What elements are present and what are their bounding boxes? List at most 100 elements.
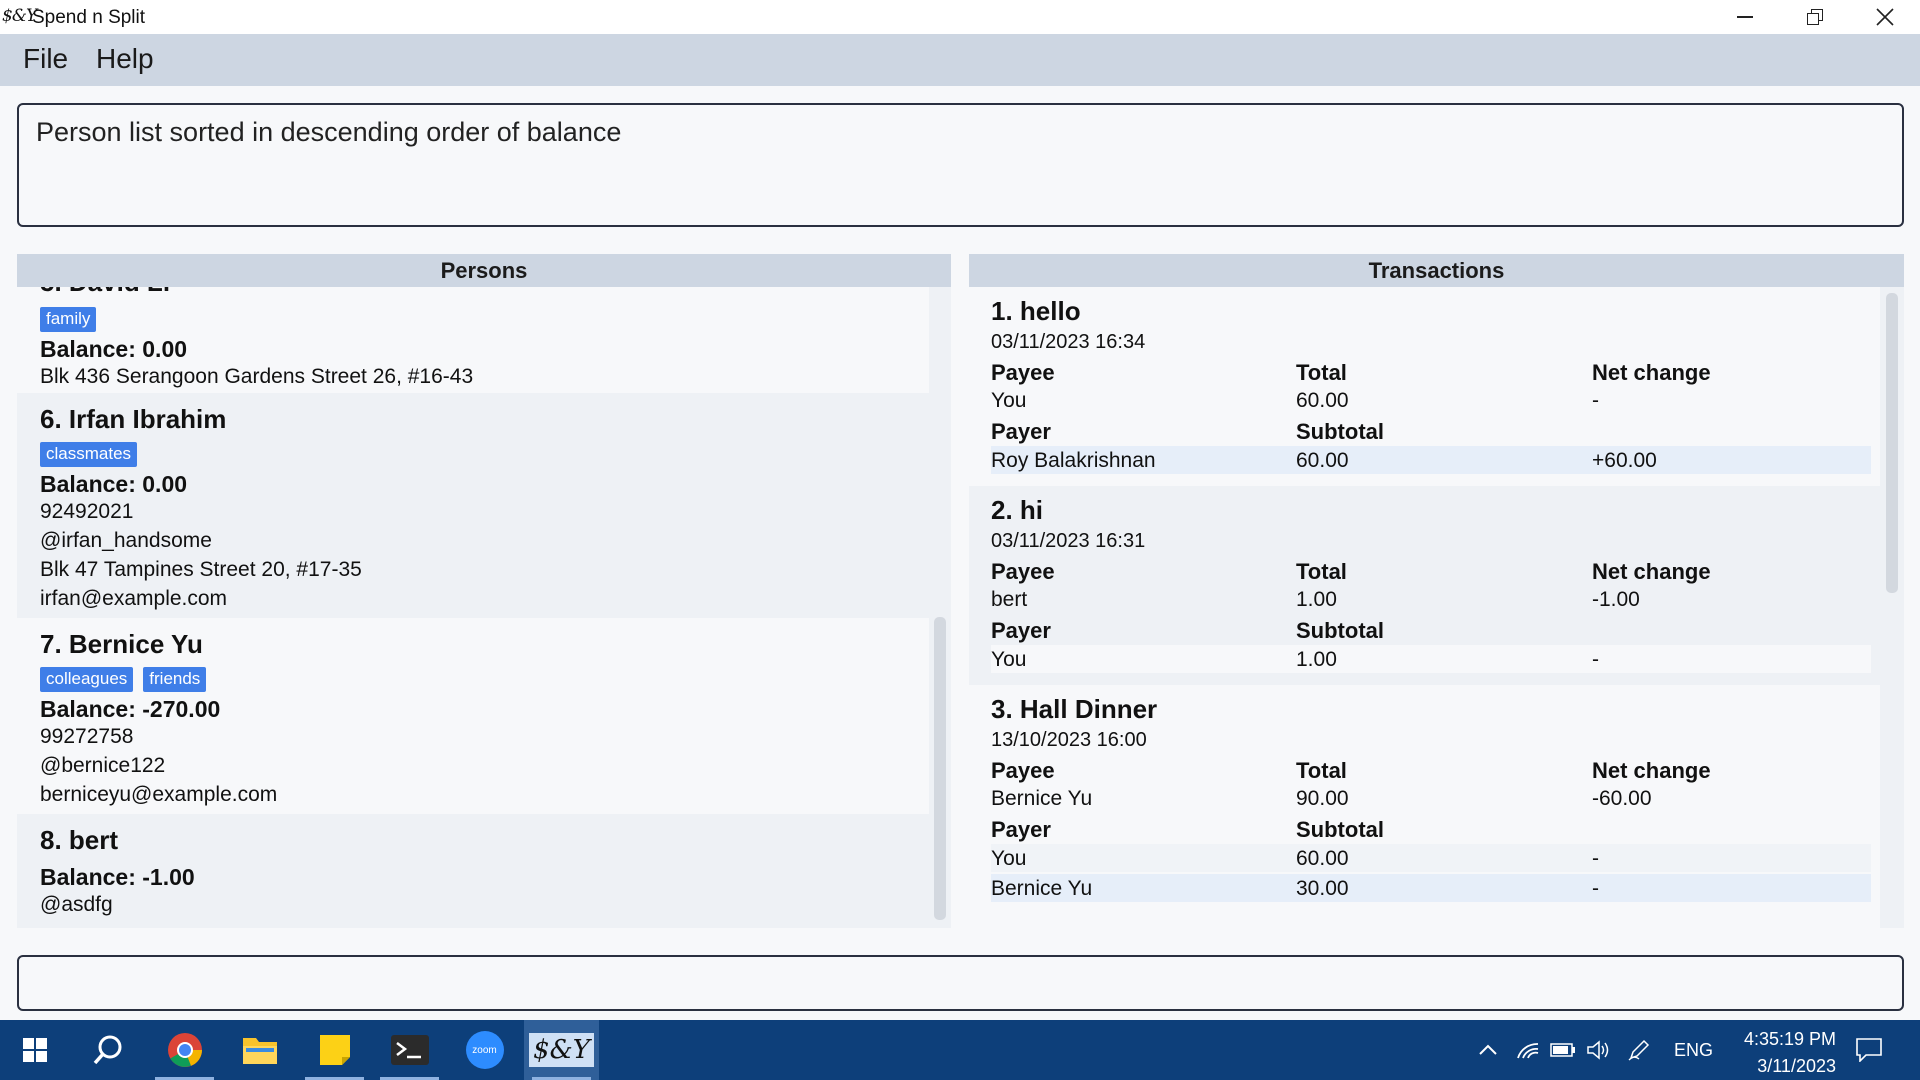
transaction-card[interactable]: 1. hello 03/11/2023 16:34 Payee Total Ne… [969, 287, 1880, 486]
terminal-button[interactable] [372, 1020, 447, 1080]
person-email: irfan@example.com [40, 587, 228, 610]
taskbar: zoom $&Y ENG 4:35:19 PM 3/11/2023 [0, 1020, 1920, 1080]
persons-scrollbar-thumb[interactable] [934, 617, 946, 920]
file-explorer-icon [242, 1038, 277, 1064]
tag-badge: colleagues [40, 667, 134, 692]
person-card[interactable]: 8. bert Balance: -1.00 @asdfg [17, 814, 929, 928]
person-tags: classmates [40, 442, 138, 467]
pen-workspace-button[interactable] [1628, 1020, 1650, 1080]
sticky-notes-icon [319, 1035, 350, 1065]
transactions-scrollbar-thumb[interactable] [1886, 293, 1898, 593]
person-balance: Balance: 0.00 [40, 336, 188, 362]
person-telegram: @irfan_handsome [40, 529, 212, 552]
chrome-icon [167, 1033, 202, 1067]
net-change-header: Net change [1592, 758, 1711, 783]
pen-icon [1628, 1039, 1650, 1061]
payer-row [991, 645, 1871, 673]
payer-net-change: - [1592, 877, 1599, 900]
transaction-date: 03/11/2023 16:34 [991, 331, 1146, 353]
transaction-card[interactable]: 3. Hall Dinner 13/10/2023 16:00 Payee To… [969, 685, 1880, 928]
transaction-title: 2. hi [991, 495, 1044, 525]
persons-panel: Persons 5. David Li family Balance: 0.00… [17, 254, 951, 928]
payer-name: Roy Balakrishnan [991, 449, 1156, 472]
battery-icon [1550, 1043, 1575, 1057]
payee-total: 90.00 [1296, 787, 1349, 810]
chevron-up-icon [1479, 1044, 1497, 1055]
person-card[interactable]: 6. Irfan Ibrahim classmates Balance: 0.0… [17, 393, 929, 618]
person-name: 5. David Li [40, 287, 170, 298]
payer-subtotal: 60.00 [1296, 449, 1349, 472]
payee-total: 1.00 [1296, 588, 1337, 611]
payer-name: Bernice Yu [991, 877, 1093, 900]
start-button[interactable] [0, 1020, 70, 1080]
transactions-list[interactable]: 1. hello 03/11/2023 16:34 Payee Total Ne… [969, 287, 1904, 928]
spend-n-split-taskbar-button[interactable]: $&Y [524, 1020, 599, 1080]
payer-subtotal: 30.00 [1296, 877, 1349, 900]
minimize-icon [1737, 16, 1753, 18]
restore-button[interactable] [1780, 0, 1850, 34]
payee-net-change: - [1592, 389, 1599, 412]
menu-file[interactable]: File [23, 43, 68, 75]
title-bar: $&Y Spend n Split [0, 0, 1920, 34]
transactions-panel: Transactions 1. hello 03/11/2023 16:34 P… [969, 254, 1904, 928]
close-button[interactable] [1850, 0, 1920, 34]
payee-total: 60.00 [1296, 389, 1349, 412]
person-tags: colleagues friends [40, 667, 207, 692]
minimize-button[interactable] [1710, 0, 1780, 34]
search-icon [93, 1035, 121, 1065]
transaction-title: 3. Hall Dinner [991, 694, 1158, 724]
person-telegram: @asdfg [40, 893, 113, 916]
persons-list[interactable]: 5. David Li family Balance: 0.00 Blk 436… [17, 287, 951, 928]
input-language[interactable]: ENG [1674, 1020, 1713, 1080]
network-button[interactable] [1516, 1020, 1540, 1080]
transaction-card[interactable]: 2. hi 03/11/2023 16:31 Payee Total Net c… [969, 486, 1880, 685]
net-change-header: Net change [1592, 559, 1711, 584]
payee-net-change: -60.00 [1592, 787, 1652, 810]
transaction-date: 03/11/2023 16:31 [991, 530, 1146, 552]
tag-badge: classmates [40, 442, 138, 467]
sticky-notes-button[interactable] [297, 1020, 372, 1080]
terminal-icon [390, 1035, 429, 1065]
chrome-button[interactable] [147, 1020, 222, 1080]
payer-name: You [991, 847, 1027, 870]
person-balance: Balance: 0.00 [40, 471, 188, 497]
person-email: berniceyu@example.com [40, 783, 278, 806]
close-icon [1876, 8, 1894, 26]
wifi-icon [1517, 1043, 1539, 1059]
payee-header: Payee [991, 360, 1055, 385]
payer-net-change: - [1592, 847, 1599, 870]
spend-n-split-icon: $&Y [529, 1033, 594, 1067]
taskbar-clock[interactable]: 4:35:19 PM 3/11/2023 [1726, 1026, 1836, 1080]
show-hidden-icons-button[interactable] [1478, 1020, 1498, 1080]
person-card[interactable]: 7. Bernice Yu colleagues friends Balance… [17, 618, 929, 814]
window-title: Spend n Split [32, 7, 146, 28]
zoom-button[interactable]: zoom [447, 1020, 522, 1080]
app-window: $&Y Spend n Split File Help Person list … [0, 0, 1920, 1020]
payee-name: You [991, 389, 1027, 412]
net-change-header: Net change [1592, 360, 1711, 385]
volume-button[interactable] [1586, 1020, 1610, 1080]
payer-subtotal: 60.00 [1296, 847, 1349, 870]
clock-date: 3/11/2023 [1757, 1056, 1836, 1076]
notifications-button[interactable] [1856, 1020, 1882, 1080]
person-address: Blk 47 Tampines Street 20, #17-35 [40, 558, 362, 581]
result-message: Person list sorted in descending order o… [36, 117, 622, 147]
total-header: Total [1296, 559, 1347, 584]
menu-help[interactable]: Help [96, 43, 154, 75]
zoom-icon: zoom [465, 1031, 504, 1069]
payer-header: Payer [991, 618, 1051, 643]
tag-badge: friends [143, 667, 207, 692]
search-button[interactable] [70, 1020, 145, 1080]
battery-button[interactable] [1550, 1020, 1576, 1080]
person-name: 6. Irfan Ibrahim [40, 404, 227, 434]
payee-name: bert [991, 588, 1028, 611]
total-header: Total [1296, 360, 1347, 385]
payer-row [991, 874, 1871, 902]
transaction-date: 13/10/2023 16:00 [991, 729, 1147, 751]
person-card[interactable]: 5. David Li family Balance: 0.00 Blk 436… [17, 287, 929, 393]
file-explorer-button[interactable] [222, 1020, 297, 1080]
payee-header: Payee [991, 559, 1055, 584]
windows-start-icon [23, 1038, 47, 1062]
payee-net-change: -1.00 [1592, 588, 1640, 611]
command-input[interactable] [17, 955, 1904, 1011]
